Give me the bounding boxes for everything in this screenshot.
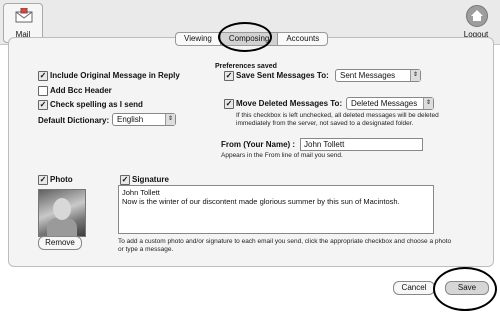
move-deleted-label: Move Deleted Messages To:: [236, 99, 343, 108]
save-sent-value: Sent Messages: [340, 71, 396, 80]
from-help: Appears in the From line of mail you sen…: [221, 152, 343, 159]
photo-figure-face: [53, 198, 71, 220]
add-bcc-label: Add Bcc Header: [50, 86, 112, 95]
photo-checkbox[interactable]: ✓: [38, 175, 48, 185]
signature-textarea[interactable]: John Tollett Now is the winter of our di…: [118, 185, 434, 234]
save-sent-label: Save Sent Messages To:: [236, 71, 329, 80]
include-original-label: Include Original Message in Reply: [50, 71, 180, 80]
cancel-button[interactable]: Cancel: [393, 281, 435, 295]
save-sent-checkbox[interactable]: ✓: [224, 71, 234, 81]
move-deleted-value: Deleted Messages: [351, 99, 418, 108]
include-original-checkbox[interactable]: ✓: [38, 71, 48, 81]
popup-arrows-icon: ⇕: [165, 114, 175, 125]
photo-figure-body: [47, 218, 77, 236]
move-deleted-help: If this checkbox is left unchecked, all …: [236, 112, 439, 127]
popup-arrows-icon: ⇕: [423, 98, 433, 109]
logout-icon: [466, 5, 488, 27]
popup-arrows-icon: ⇕: [410, 70, 420, 81]
user-photo: [38, 189, 86, 237]
move-deleted-select[interactable]: Deleted Messages ⇕: [346, 97, 434, 110]
signature-help: To add a custom photo and/or signature t…: [118, 238, 452, 253]
signature-label: Signature: [132, 175, 169, 184]
dictionary-select[interactable]: English ⇕: [112, 113, 176, 126]
tab-viewing[interactable]: Viewing: [175, 32, 220, 46]
remove-photo-button[interactable]: Remove: [38, 236, 82, 250]
logout-button[interactable]: Logout: [456, 3, 496, 41]
check-spelling-label: Check spelling as I send: [50, 100, 143, 109]
photo-label: Photo: [50, 175, 73, 184]
from-label: From (Your Name) :: [221, 140, 296, 149]
mail-icon: [15, 8, 33, 23]
dictionary-label: Default Dictionary:: [38, 116, 110, 125]
highlight-circle-save: [433, 267, 497, 311]
check-spelling-checkbox[interactable]: ✓: [38, 100, 48, 110]
tab-accounts[interactable]: Accounts: [277, 32, 329, 46]
dictionary-value: English: [117, 115, 144, 124]
status-text: Preferences saved: [215, 63, 277, 70]
save-sent-select[interactable]: Sent Messages ⇕: [335, 69, 421, 82]
highlight-circle-composing: [218, 22, 272, 52]
add-bcc-checkbox[interactable]: [38, 86, 48, 96]
from-name-input[interactable]: John Tollett: [300, 138, 423, 151]
move-deleted-checkbox[interactable]: ✓: [224, 99, 234, 109]
signature-checkbox[interactable]: ✓: [120, 175, 130, 185]
